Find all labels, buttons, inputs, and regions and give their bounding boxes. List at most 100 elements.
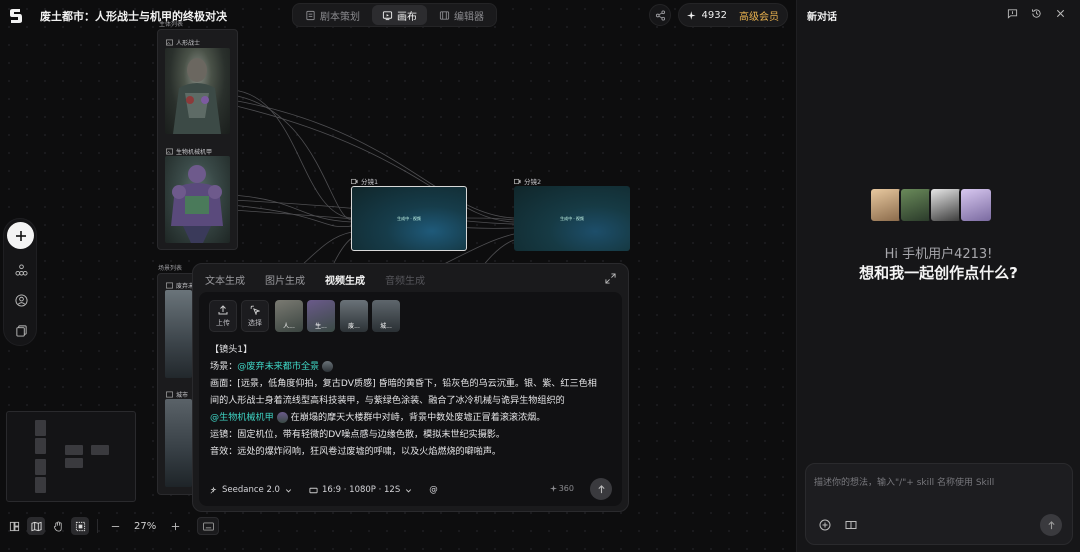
generate-button[interactable] [590, 478, 612, 500]
share-icon [655, 9, 665, 21]
generation-tabs: 文本生成 图片生成 视频生成 音频生成 [205, 272, 425, 287]
shot2-label: 分镜2 [514, 176, 541, 186]
select-button[interactable]: 选择 [241, 300, 269, 332]
shot1-status: 生成中 · 视频 [397, 215, 421, 221]
arrow-up-icon [597, 484, 605, 493]
send-button[interactable] [1040, 514, 1062, 536]
hand-icon [53, 521, 62, 531]
history-icon[interactable] [1031, 8, 1042, 19]
mech-mention-avatar [276, 412, 288, 423]
credits-badge[interactable]: 4932 高级会员 [678, 3, 788, 27]
mech-node-label-text: 生物机械机甲 [176, 149, 213, 156]
ref-thumb-3-label: 废... [348, 323, 360, 330]
scene-mention-avatar [322, 361, 334, 372]
membership-label[interactable]: 高级会员 [739, 8, 779, 23]
ref-thumb-2-label: 生... [315, 323, 327, 330]
character-node-label: 人形战士 [166, 38, 200, 47]
workflow-tool[interactable] [14, 263, 28, 277]
sparkle-icon [549, 485, 557, 492]
ref-thumb-1[interactable]: 人... [275, 300, 303, 332]
image-icon [166, 148, 173, 155]
tab-canvas[interactable]: 画布 [372, 5, 427, 25]
tab-editor[interactable]: 编辑器 [429, 5, 494, 25]
shot2-label-text: 分镜2 [524, 178, 542, 186]
select-tool-button[interactable] [71, 517, 89, 535]
chat-placeholder: 描述你的想法，输入"/"+ skill 名称使用 Skill [814, 478, 995, 488]
zoom-in-button[interactable] [166, 517, 184, 535]
scene-node-label-2-text: 城市 [176, 392, 189, 399]
script-icon [306, 10, 315, 20]
spec-select[interactable]: 16:9 · 1080P · 12S [309, 485, 413, 495]
character-image[interactable] [165, 48, 230, 134]
scene-group-title: 场景列表 [158, 265, 183, 272]
model-select[interactable]: Seedance 2.0 [209, 485, 293, 495]
map-icon [30, 521, 42, 531]
shot1-label: 分镜1 [351, 176, 378, 186]
share-button[interactable] [649, 4, 671, 26]
at-symbol: @ [429, 485, 438, 495]
upload-button[interactable]: 上传 [209, 300, 237, 332]
mech-mention[interactable]: @生物机械机甲 [210, 413, 274, 423]
spec-value: 16:9 · 1080P · 12S [321, 485, 401, 495]
tab-audio-gen[interactable]: 音频生成 [385, 272, 425, 287]
tab-editor-label: 编辑器 [454, 11, 484, 23]
cursor-click-icon [250, 305, 260, 315]
sound-line: 音效：远处的爆炸闷响，狂风卷过废墟的呼啸，以及火焰燃烧的噼啪声。 [210, 447, 502, 457]
sparkle-icon [687, 10, 696, 20]
chat-panel: 新对话 Hi 手机用户4213! 想和我一起创作点什么? 描述你的想法，输入"/… [796, 0, 1080, 552]
character-tool[interactable] [14, 293, 28, 307]
canvas-icon [382, 10, 393, 20]
tab-text-gen[interactable]: 文本生成 [205, 272, 245, 287]
image-icon [166, 39, 173, 46]
chevron-down-icon [285, 488, 292, 492]
assistant-avatars [869, 187, 993, 223]
shot1-node[interactable]: 生成中 · 视频 [351, 186, 467, 251]
ref-thumb-4[interactable]: 城... [372, 300, 400, 332]
chat-title: 新对话 [807, 12, 837, 23]
map-button[interactable] [27, 517, 45, 535]
generation-cost: 360 [549, 484, 574, 493]
scene-mention[interactable]: @废弃未来都市全景 [237, 362, 319, 372]
arrow-up-icon [1047, 520, 1055, 529]
user-circle-icon [14, 293, 28, 307]
shot2-node[interactable]: 生成中 · 视频 [514, 186, 630, 251]
camera-line: 运镜：固定机位，带有轻微的DV噪点感与边缘色散，模拟末世纪实摄影。 [210, 430, 505, 440]
layout-button[interactable] [5, 517, 23, 535]
mode-tabs: 剧本策划 画布 编辑器 [292, 3, 497, 27]
add-attachment-icon[interactable] [819, 519, 831, 531]
plus-icon [15, 230, 26, 241]
tab-image-gen[interactable]: 图片生成 [265, 272, 305, 287]
video-icon [514, 178, 521, 184]
character-node-label-text: 人形战士 [176, 40, 201, 47]
shot2-status: 生成中 · 视频 [560, 215, 584, 221]
mention-button[interactable]: @ [429, 485, 438, 495]
ref-thumb-4-label: 城... [380, 323, 392, 330]
layout-icon [9, 521, 19, 531]
mech-image[interactable] [165, 156, 230, 243]
editor-icon [439, 10, 450, 20]
video-icon [351, 178, 358, 184]
asset-tool[interactable] [14, 323, 28, 337]
chat-history-icon[interactable] [1007, 8, 1018, 19]
project-title[interactable]: 废土都市：人形战士与机甲的终极对决 [40, 8, 227, 24]
tab-video-gen[interactable]: 视频生成 [325, 272, 365, 287]
add-node-button[interactable] [7, 222, 34, 249]
expand-icon[interactable] [605, 273, 616, 284]
ref-thumb-3[interactable]: 废... [340, 300, 368, 332]
ref-thumb-2[interactable]: 生... [307, 300, 335, 332]
book-icon[interactable] [845, 519, 857, 531]
app-logo-icon[interactable] [7, 7, 25, 25]
keyboard-shortcuts-button[interactable] [197, 517, 219, 535]
hand-tool-button[interactable] [49, 517, 67, 535]
scene-image-2[interactable] [165, 399, 192, 487]
close-icon[interactable] [1055, 8, 1066, 19]
chat-input[interactable]: 描述你的想法，输入"/"+ skill 名称使用 Skill [805, 463, 1073, 545]
tab-script[interactable]: 剧本策划 [295, 5, 370, 25]
zoom-level: 27% [134, 520, 157, 532]
scene-image-1[interactable] [165, 290, 192, 378]
chevron-down-icon [406, 488, 412, 492]
zoom-out-button[interactable] [106, 517, 124, 535]
generation-cost-value: 360 [558, 484, 574, 493]
prompt-editor[interactable]: 上传 选择 人... 生... 废... 城... 【镜头1】 场景：@废弃未来… [199, 292, 622, 506]
minimap[interactable] [6, 411, 136, 502]
